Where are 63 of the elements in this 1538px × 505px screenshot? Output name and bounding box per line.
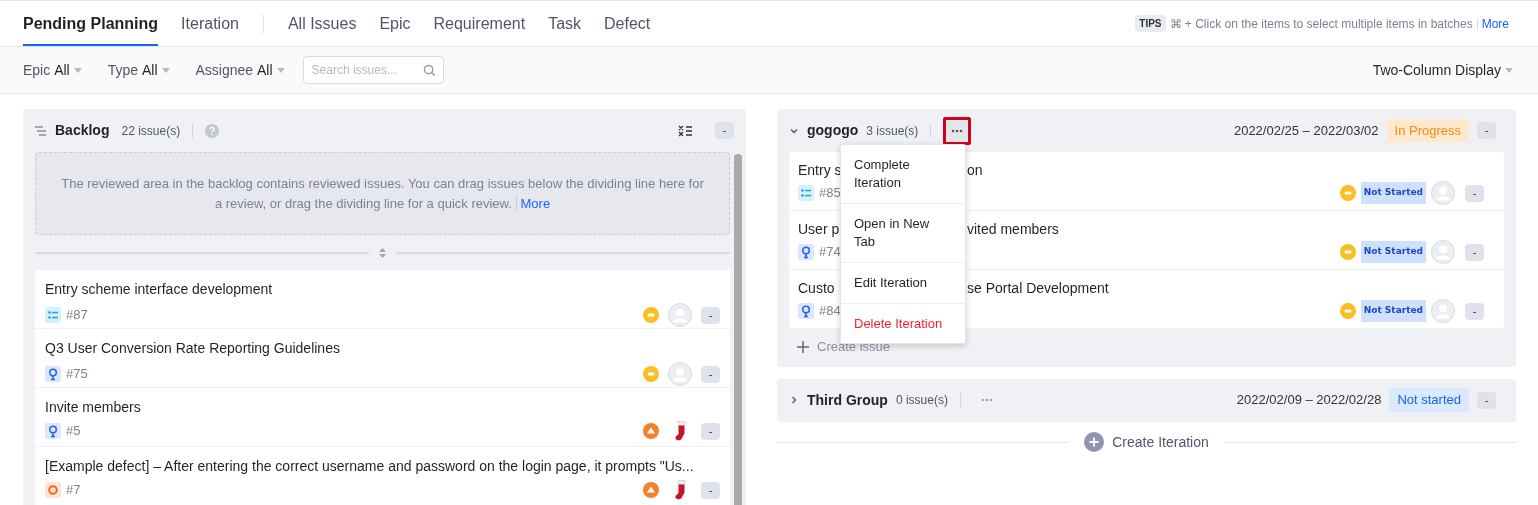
filter-dropdown[interactable]: Assignee All	[195, 59, 285, 81]
create-iteration-button[interactable]: Create Iteration	[1076, 431, 1217, 453]
issue-number: #75	[66, 365, 88, 384]
tab[interactable]: Defect	[604, 1, 651, 46]
tab[interactable]: Iteration	[181, 1, 239, 46]
issue-card[interactable]: Invite members #5 -	[35, 388, 730, 446]
search-field[interactable]: Search issues...	[302, 56, 444, 84]
date-range: 2022/02/09 – 2022/02/28	[1236, 391, 1382, 410]
issue-title: Q3 User Conversion Rate Reporting Guidelines	[45, 339, 341, 358]
issue-number: #84	[819, 302, 841, 321]
tips-badge: TIPS	[1135, 15, 1166, 32]
issue-number: #87	[66, 306, 88, 325]
status-badge: Not started	[1389, 388, 1469, 412]
issue-card[interactable]: Entry scheme interface development #87 -	[35, 270, 730, 328]
issue-number: #74	[819, 243, 841, 262]
menu-item[interactable]: Edit Iteration	[841, 262, 965, 303]
issue-card[interactable]: Q3 User Conversion Rate Reporting Guidelines #75 -	[35, 329, 730, 387]
status-badge: Not Started	[1360, 300, 1426, 322]
menu-item[interactable]: Open in New Tab	[841, 203, 965, 262]
issue-title: se Portal Development	[967, 279, 1109, 298]
issue-title: [Example defect] – After entering the correct username and password on the login page, it prompts "Us...	[45, 457, 695, 476]
menu-item[interactable]: Delete Iteration	[841, 303, 965, 344]
more-actions-button[interactable]: -	[715, 122, 734, 139]
issue-number: #5	[66, 422, 81, 441]
issue-title: on	[967, 161, 983, 180]
more-actions-button[interactable]: -	[701, 365, 720, 383]
more-actions-button[interactable]: -	[701, 306, 720, 324]
issue-title: Entry scheme interface development	[45, 280, 274, 299]
more-actions-button[interactable]: -	[1477, 391, 1496, 409]
issue-title: vited members	[967, 220, 1059, 239]
status-badge: Not Started	[1360, 241, 1426, 263]
more-actions-button[interactable]: -	[1465, 184, 1484, 202]
iteration-name: gogogo	[807, 121, 859, 140]
tab[interactable]: Task	[548, 1, 582, 46]
tab[interactable]: All Issues	[287, 1, 357, 46]
status-badge: In Progress	[1386, 118, 1469, 143]
more-actions-button[interactable]: -	[701, 422, 720, 440]
tab[interactable]: Requirement	[433, 1, 526, 46]
status-badge: Not Started	[1360, 182, 1426, 204]
filter-dropdown[interactable]: Type All	[107, 59, 170, 81]
iteration-name: Third Group	[807, 390, 888, 410]
tips-text: ⌘ + Click on the items to select multiple items in batches	[1169, 15, 1473, 33]
tab[interactable]: Epic	[379, 1, 411, 46]
more-actions-button[interactable]: -	[1465, 302, 1484, 320]
notice-text: The reviewed area in the backlog contains reviewed issues. You can drag issues below the dividing line here for a review, or drag the dividing line for a quick review. More	[60, 174, 705, 213]
issue-count: 3 issue(s)	[866, 122, 919, 140]
issue-number: #7	[66, 481, 81, 500]
issue-title: User p	[798, 221, 840, 237]
backlog-title: Backlog	[55, 121, 110, 140]
date-range: 2022/02/25 – 2022/03/02	[1233, 121, 1379, 140]
issue-count: 22 issue(s)	[121, 122, 181, 140]
issue-title: Invite members	[45, 398, 142, 417]
more-actions-button[interactable]: -	[701, 481, 720, 499]
issue-count: 0 issue(s)	[895, 392, 948, 409]
more-link[interactable]: More	[515, 195, 551, 211]
issue-title: Custo	[798, 280, 835, 296]
more-actions-button[interactable]: -	[1465, 243, 1484, 261]
more-link[interactable]: More	[1481, 14, 1509, 33]
issue-number: #85	[819, 184, 841, 203]
filter-dropdown[interactable]: Epic All	[23, 59, 82, 81]
display-dropdown[interactable]: Two-Column Display	[1372, 59, 1513, 81]
issue-card[interactable]: [Example defect] – After entering the correct username and password on the login page, it prompts "Us... #7 -	[35, 447, 730, 505]
more-actions-button[interactable]: -	[1477, 122, 1496, 139]
